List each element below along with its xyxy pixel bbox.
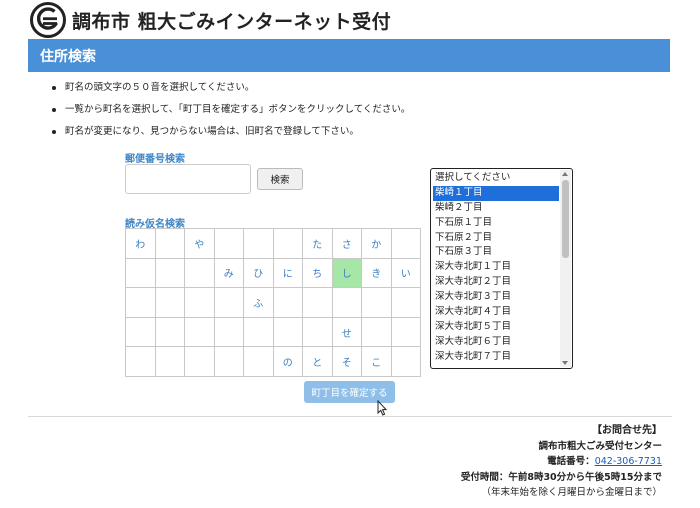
kana-empty-cell xyxy=(154,228,185,259)
scroll-up-arrow-icon[interactable] xyxy=(562,172,568,176)
town-option[interactable]: 深大寺北町４丁目 xyxy=(433,305,559,320)
town-option[interactable]: 下石原１丁目 xyxy=(433,216,559,231)
town-option[interactable]: 柴崎２丁目 xyxy=(433,201,559,216)
kana-cell[interactable]: き xyxy=(361,257,392,289)
site-title: 調布市 粗大ごみインターネット受付 xyxy=(72,11,392,33)
town-option[interactable]: 下石原２丁目 xyxy=(433,231,559,246)
town-option[interactable]: 下石原３丁目 xyxy=(433,245,559,260)
town-option[interactable]: 深大寺北町５丁目 xyxy=(433,320,559,335)
kana-cell[interactable]: せ xyxy=(331,316,362,348)
kana-cell[interactable]: に xyxy=(272,257,303,289)
kana-empty-cell xyxy=(302,287,333,318)
kana-cell[interactable]: み xyxy=(213,257,244,289)
kana-empty-cell xyxy=(272,228,303,259)
instruction-item: 一覧から町名を選択して、「町丁目を確定する」ボタンをクリックしてください。 xyxy=(50,104,670,126)
site-header: 調布市 粗大ごみインターネット受付 xyxy=(0,0,700,40)
instruction-list: 町名の頭文字の５０音を選択してください。 一覧から町名を選択して、「町丁目を確定… xyxy=(50,82,670,148)
kana-empty-cell xyxy=(272,316,303,348)
town-option[interactable]: 深大寺北町２丁目 xyxy=(433,275,559,290)
kana-grid: わやたさかみひにちしきいふせのとそこ xyxy=(125,228,421,377)
kana-empty-cell xyxy=(184,346,215,377)
kana-empty-cell xyxy=(213,228,244,259)
kana-empty-cell xyxy=(154,346,185,377)
kana-row: みひにちしきい xyxy=(125,257,421,289)
footer-divider xyxy=(28,416,672,417)
kana-cell[interactable]: わ xyxy=(125,228,156,259)
kana-empty-cell xyxy=(390,228,421,259)
town-option-list: 選択してください 柴崎１丁目 柴崎２丁目 下石原１丁目 下石原２丁目 下石原３丁目 深大寺北… xyxy=(433,171,559,365)
contact-center-name: 調布市粗大ごみ受付センター xyxy=(538,440,662,452)
kana-cell[interactable]: し xyxy=(331,257,362,289)
phone-number-link[interactable]: 042-306-7731 xyxy=(595,456,662,467)
town-option[interactable]: 深大寺北町７丁目 xyxy=(433,350,559,365)
instruction-item: 町名が変更になり、見つからない場合は、旧町名で登録して下さい。 xyxy=(50,126,670,148)
chofu-city-logo xyxy=(30,2,66,38)
scroll-down-arrow-icon[interactable] xyxy=(562,361,568,365)
kana-empty-cell xyxy=(390,287,421,318)
kana-row: せ xyxy=(125,316,421,348)
town-option[interactable]: 選択してください xyxy=(433,171,559,186)
kana-empty-cell xyxy=(361,316,392,348)
kana-empty-cell xyxy=(184,316,215,348)
mouse-pointer-icon xyxy=(377,400,387,416)
kana-empty-cell xyxy=(243,346,274,377)
kana-empty-cell xyxy=(213,316,244,348)
postal-search-button[interactable]: 検索 xyxy=(257,168,303,190)
kana-row: のとそこ xyxy=(125,346,421,377)
kana-cell[interactable]: ふ xyxy=(243,287,274,318)
phone-label: 電話番号： xyxy=(547,456,595,467)
instruction-item: 町名の頭文字の５０音を選択してください。 xyxy=(50,82,670,104)
kana-empty-cell xyxy=(125,316,156,348)
kana-cell[interactable]: や xyxy=(184,228,215,259)
kana-cell[interactable]: か xyxy=(361,228,392,259)
kana-cell[interactable]: さ xyxy=(331,228,362,259)
town-list-scrollbar[interactable] xyxy=(560,170,571,367)
kana-empty-cell xyxy=(213,346,244,377)
kana-empty-cell xyxy=(213,287,244,318)
kana-empty-cell xyxy=(331,287,362,318)
kana-empty-cell xyxy=(184,287,215,318)
kana-empty-cell xyxy=(390,346,421,377)
postal-code-input[interactable] xyxy=(125,164,251,194)
town-select-list[interactable]: 選択してください 柴崎１丁目 柴崎２丁目 下石原１丁目 下石原２丁目 下石原３丁目 深大寺北… xyxy=(430,168,573,369)
kana-empty-cell xyxy=(184,257,215,289)
kana-empty-cell xyxy=(243,228,274,259)
contact-phone-row: 電話番号：042-306-7731 xyxy=(461,454,662,470)
contact-hours-note: （年末年始を除く月曜日から金曜日まで） xyxy=(481,487,662,498)
kana-cell[interactable]: こ xyxy=(361,346,392,377)
town-option[interactable]: 深大寺北町６丁目 xyxy=(433,335,559,350)
town-option[interactable]: 深大寺北町３丁目 xyxy=(433,290,559,305)
kana-row: ふ xyxy=(125,287,421,318)
kana-cell[interactable]: と xyxy=(302,346,333,377)
contact-info: 【お問合せ先】 調布市粗大ごみ受付センター 電話番号：042-306-7731 … xyxy=(461,423,662,501)
kana-empty-cell xyxy=(125,287,156,318)
kana-empty-cell xyxy=(361,287,392,318)
contact-title: 【お問合せ先】 xyxy=(592,425,662,436)
kana-cell[interactable]: た xyxy=(302,228,333,259)
section-header: 住所検索 xyxy=(28,39,670,72)
kana-row: わや たさか xyxy=(125,228,421,259)
kana-empty-cell xyxy=(125,346,156,377)
kana-empty-cell xyxy=(154,316,185,348)
kana-empty-cell xyxy=(154,287,185,318)
kana-empty-cell xyxy=(302,316,333,348)
kana-cell[interactable]: い xyxy=(390,257,421,289)
kana-empty-cell xyxy=(154,257,185,289)
kana-empty-cell xyxy=(272,287,303,318)
town-option[interactable]: 柴崎１丁目 xyxy=(433,185,559,201)
kana-cell[interactable]: の xyxy=(272,346,303,377)
kana-cell[interactable]: ひ xyxy=(243,257,274,289)
kana-cell[interactable]: そ xyxy=(331,346,362,377)
kana-empty-cell xyxy=(243,316,274,348)
scroll-thumb[interactable] xyxy=(562,180,569,258)
contact-hours: 受付時間：午前8時30分から午後5時15分まで xyxy=(460,471,662,483)
kana-cell[interactable]: ち xyxy=(302,257,333,289)
section-title: 住所検索 xyxy=(40,49,96,65)
postal-search-label: 郵便番号検索 xyxy=(125,154,185,165)
kana-empty-cell xyxy=(390,316,421,348)
town-option[interactable]: 深大寺北町１丁目 xyxy=(433,260,559,275)
kana-empty-cell xyxy=(125,257,156,289)
